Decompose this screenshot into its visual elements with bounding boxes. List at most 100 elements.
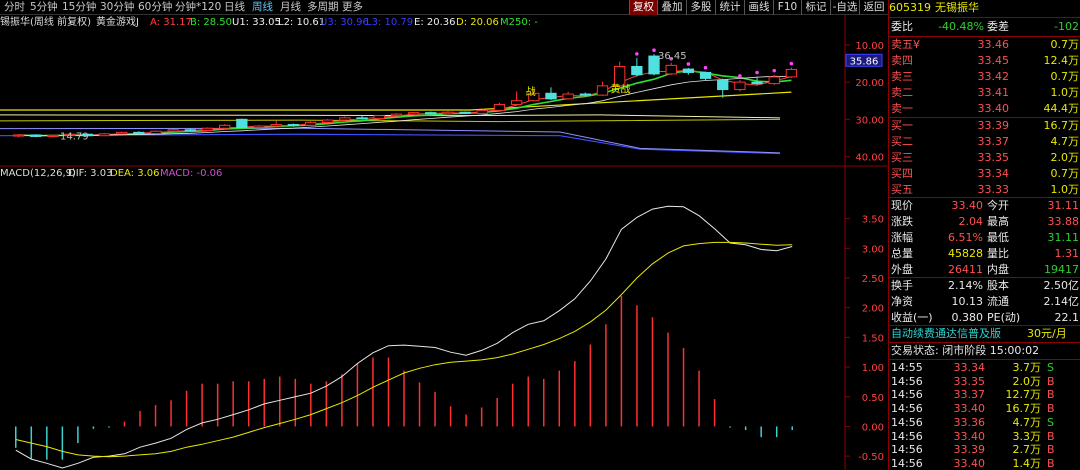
timeframe-0[interactable]: 分时 <box>4 0 25 15</box>
candle-body-19 <box>339 117 351 121</box>
macd-tick-label-1: 3.00 <box>862 244 884 255</box>
stat-value-a: 2.04 <box>958 215 984 228</box>
chart-title: 锡振华(周线 前复权) <box>0 17 91 28</box>
signal-dot-1 <box>652 48 656 52</box>
e-line <box>0 114 781 119</box>
value-d: D: 20.06 <box>456 17 499 28</box>
candle-body-24 <box>425 112 437 115</box>
bid-price: 33.34 <box>977 167 1010 180</box>
candle-body-45 <box>785 68 798 78</box>
toolbar-button-2[interactable]: 多股 <box>686 0 715 15</box>
candle-body-37 <box>648 55 660 75</box>
ma-red-line <box>18 70 792 137</box>
macd-dea: DEA: 3.06 <box>110 168 160 179</box>
bid-volume: 4.7万 <box>1050 135 1080 148</box>
timeframe-6[interactable]: 日线 <box>224 0 245 15</box>
macd-tick-label-6: 0.50 <box>862 393 884 404</box>
toolbar-button-0[interactable]: 复权 <box>629 0 657 15</box>
candle-body-9 <box>167 129 179 132</box>
stat2-label-b: PE(动) <box>987 311 1021 324</box>
ask-row-3: 卖二 33.41 1.0万 <box>889 85 1080 101</box>
ask-row-0: 卖五¥ 33.46 0.7万 <box>889 37 1080 53</box>
value-l2: L2: 10.61 <box>278 17 326 28</box>
macd-dif: DIF: 3.03 <box>68 168 113 179</box>
ask-row-4: 卖一 33.40 44.4万 <box>889 101 1080 117</box>
candle-body-6 <box>115 131 128 135</box>
timeframe-2[interactable]: 15分钟 <box>62 0 96 15</box>
weicha-label: 委差 <box>987 20 1009 33</box>
stat2-value-b: 2.14亿 <box>1043 295 1080 308</box>
timeframe-3[interactable]: 30分钟 <box>100 0 134 15</box>
macd-tick-label-8: -0.50 <box>858 452 884 463</box>
u-band-line <box>0 91 792 111</box>
ask-label: 卖二 <box>891 86 913 99</box>
stat2-row-0: 换手 2.14% 股本 2.50亿 <box>889 278 1080 294</box>
candle-body-22 <box>390 113 403 117</box>
toolbar-button-6[interactable]: 标记 <box>801 0 830 15</box>
ask-price: 33.41 <box>977 86 1010 99</box>
l3-line <box>0 133 781 155</box>
stat-label-a: 外盘 <box>891 263 913 276</box>
candle-body-3 <box>64 133 76 136</box>
ma-green-line <box>18 69 792 137</box>
ask-row-1: 卖四 33.45 12.4万 <box>889 53 1080 69</box>
ask-row-2: 卖三 33.42 0.7万 <box>889 69 1080 85</box>
toolbar-button-8[interactable]: 返回 <box>859 0 888 15</box>
chart-area[interactable]: 40.00 30.00 20.00 10.00 35.86 黄战 战 36.45 14.79 3.… <box>0 0 888 470</box>
bid-label: 买二 <box>891 135 913 148</box>
candle-body-35 <box>614 65 626 87</box>
promo-row[interactable]: 自动续费通达信普及版 30元/月 <box>889 326 1080 342</box>
candle-body-25 <box>442 111 454 115</box>
candle-body-32 <box>562 93 574 100</box>
stat-label-a: 涨跌 <box>891 215 913 228</box>
bid-price: 33.39 <box>977 119 1010 132</box>
max-price-label: 36.45 <box>658 51 687 62</box>
quote-panel: 605319 无锡振华 委比 -40.48% 委差 -102 卖五¥ 33.46 0.7万 卖四 3… <box>888 0 1080 470</box>
stat-label-b: 最低 <box>987 231 1009 244</box>
toolbar-button-3[interactable]: 统计 <box>715 0 744 15</box>
timeframe-9[interactable]: 多周期 <box>307 0 339 15</box>
stat2-value-b: 22.1 <box>1054 311 1080 324</box>
stat2-label-b: 流通 <box>987 295 1009 308</box>
signal-dot-6 <box>755 70 759 75</box>
stat-label-b: 最高 <box>987 215 1009 228</box>
timeframe-5[interactable]: 分钟*120 <box>175 0 221 15</box>
stat2-label-b: 股本 <box>987 279 1009 292</box>
weicha-value: -102 <box>1054 20 1079 33</box>
signal-dot-0 <box>635 52 639 56</box>
timeframe-10[interactable]: 更多 <box>342 0 363 15</box>
ask-price: 33.45 <box>977 54 1010 67</box>
stat-value-b: 31.11 <box>1047 231 1080 244</box>
candle-body-14 <box>253 125 265 129</box>
stat-value-b: 31.11 <box>1047 199 1080 212</box>
candle-body-26 <box>459 111 471 114</box>
toolbar-button-4[interactable]: 画线 <box>744 0 773 15</box>
candle-body-18 <box>322 119 334 123</box>
value-l3: L3: 10.79 <box>366 17 414 28</box>
timeframe-1[interactable]: 5分钟 <box>30 0 58 15</box>
ask-volume: 0.7万 <box>1050 70 1080 83</box>
value-m250: M250: - <box>500 17 538 28</box>
stat2-label-a: 净资 <box>891 295 913 308</box>
weibi-row: 委比 -40.48% 委差 -102 <box>889 19 1080 35</box>
toolbar: 分时 5分钟 15分钟 30分钟 60分钟 分钟*120 日线 周线 月线 多周期 更多 复权 叠加 多股… <box>0 0 888 15</box>
toolbar-button-1[interactable]: 叠加 <box>657 0 686 15</box>
indicator-menu[interactable]: 黄金游戏J <box>96 16 139 29</box>
stat-value-a: 6.51% <box>948 231 983 244</box>
trade-status: 交易状态: 闭市阶段 15:00:02 <box>891 344 1040 357</box>
stat-label-a: 涨幅 <box>891 231 913 244</box>
toolbar-button-5[interactable]: F10 <box>773 0 801 15</box>
tick-direction: B <box>1047 456 1055 470</box>
toolbar-button-7[interactable]: -自选 <box>830 0 859 15</box>
dea-line <box>15 241 793 458</box>
timeframe-8[interactable]: 月线 <box>280 0 301 15</box>
candle-body-0 <box>12 134 25 137</box>
stat-value-b: 33.88 <box>1047 215 1080 228</box>
signal-dot-4 <box>703 65 708 70</box>
candle-body-16 <box>287 124 300 127</box>
weibi-value: -40.48% <box>938 20 984 33</box>
timeframe-4[interactable]: 60分钟 <box>138 0 172 15</box>
timeframe-7[interactable]: 周线 <box>252 0 273 15</box>
stock-code: 605319 <box>889 1 931 14</box>
bid-label: 买四 <box>891 167 913 180</box>
